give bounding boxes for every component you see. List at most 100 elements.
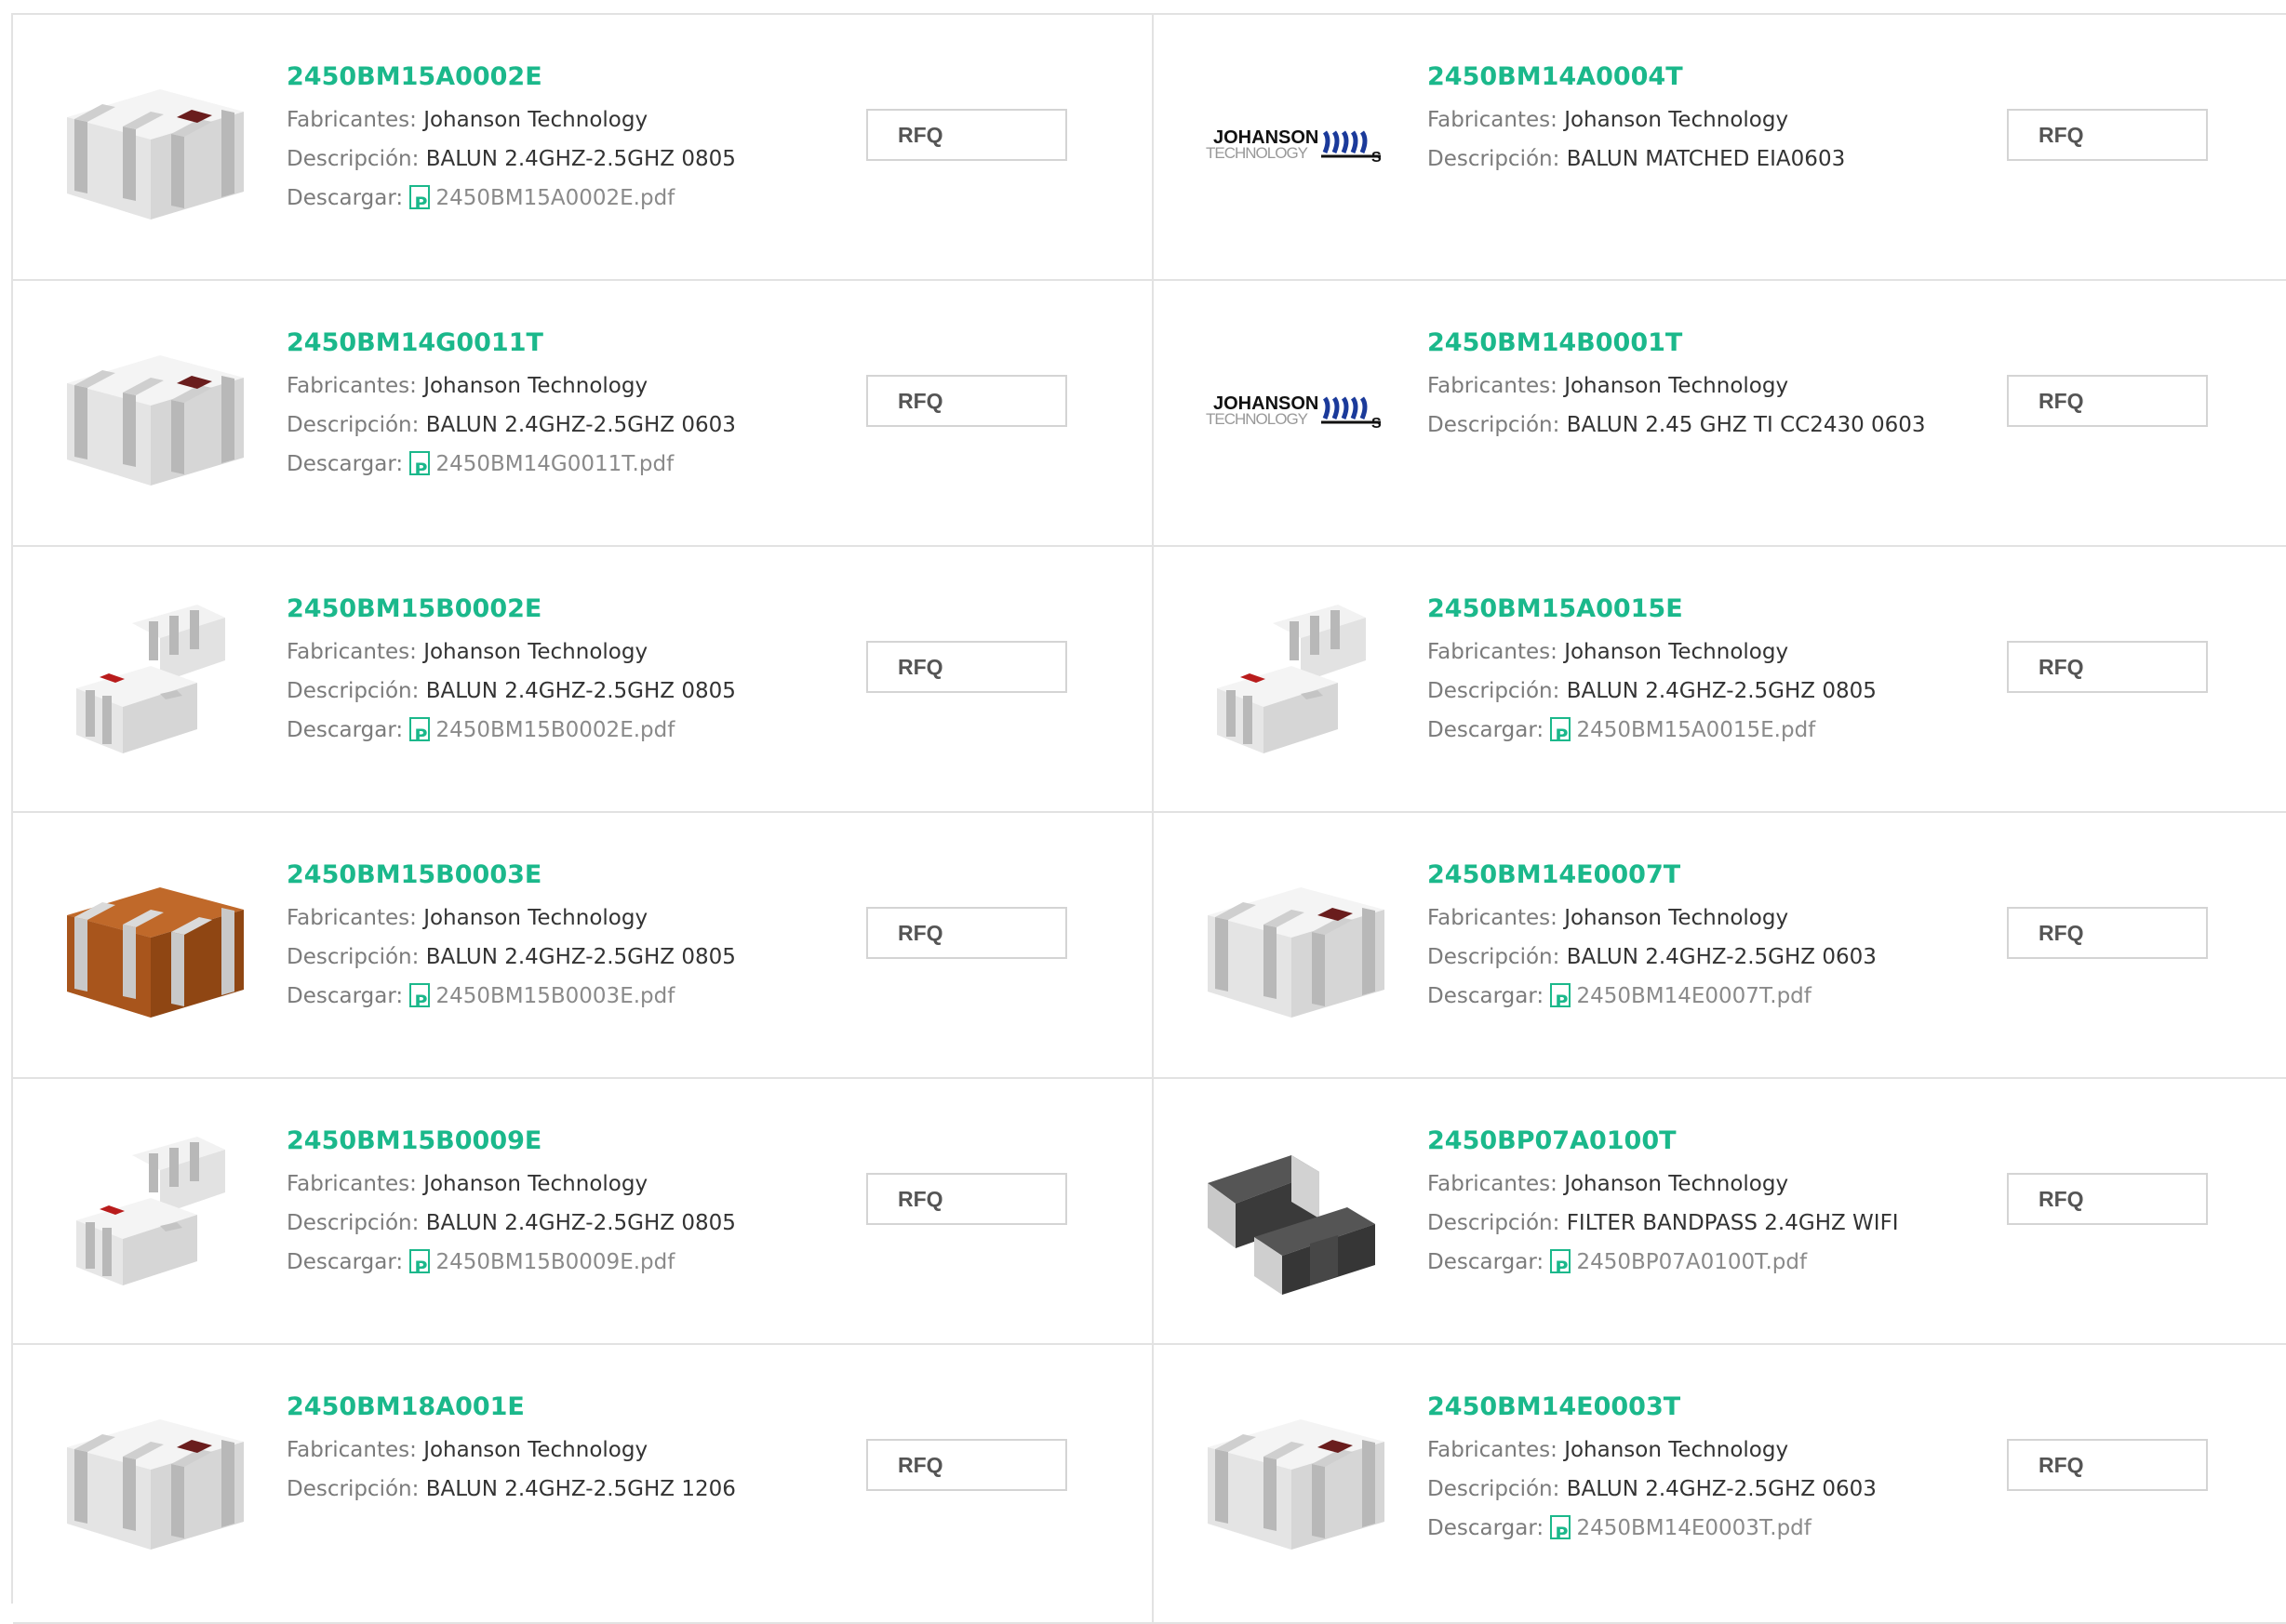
datasheet-link[interactable]: 2450BM15B0009E.pdf xyxy=(435,1250,675,1274)
pdf-icon[interactable] xyxy=(1550,1514,1571,1553)
manufacturer-value: Johanson Technology xyxy=(423,906,648,930)
manufacturer-row: Fabricantes: Johanson Technology xyxy=(1427,1431,2004,1470)
description-row: Descripción: BALUN 2.4GHZ-2.5GHZ 0603 xyxy=(1427,938,2004,977)
rfq-button[interactable]: RFQ xyxy=(2007,641,2208,693)
product-image[interactable]: JOHANSON TECHNOLOGY S xyxy=(1198,54,1384,240)
product-info: 2450BM15A0015E Fabricantes: Johanson Tec… xyxy=(1427,593,2004,755)
rfq-button[interactable]: RFQ xyxy=(866,1173,1067,1225)
rfq-button[interactable]: RFQ xyxy=(866,641,1067,693)
product-info: 2450BM14G0011T Fabricantes: Johanson Tec… xyxy=(287,327,863,489)
datasheet-link[interactable]: 2450BM14G0011T.pdf xyxy=(435,452,674,476)
product-image[interactable] xyxy=(58,586,244,772)
product-image[interactable] xyxy=(1198,852,1384,1038)
pdf-icon[interactable] xyxy=(1550,716,1571,755)
manufacturer-row: Fabricantes: Johanson Technology xyxy=(287,1431,863,1470)
description-row: Descripción: BALUN 2.4GHZ-2.5GHZ 0603 xyxy=(287,406,863,445)
manufacturer-row: Fabricantes: Johanson Technology xyxy=(1427,899,2004,938)
datasheet-row: Descargar: 2450BM14G0011T.pdf xyxy=(287,445,863,489)
rfq-button[interactable]: RFQ xyxy=(2007,1173,2208,1225)
description-row: Descripción: BALUN 2.4GHZ-2.5GHZ 0805 xyxy=(287,1204,863,1243)
pdf-icon[interactable] xyxy=(409,1248,431,1287)
manufacturer-label: Fabricantes: xyxy=(1427,1172,1557,1196)
part-number-link[interactable]: 2450BM14B0001T xyxy=(1427,327,2004,359)
description-label: Descripción: xyxy=(287,147,420,171)
datasheet-link[interactable]: 2450BP07A0100T.pdf xyxy=(1576,1250,1807,1274)
product-image[interactable] xyxy=(58,320,244,506)
product-image[interactable] xyxy=(58,1384,244,1570)
rfq-button[interactable]: RFQ xyxy=(2007,375,2208,427)
datasheet-link[interactable]: 2450BM14E0003T.pdf xyxy=(1576,1516,1811,1540)
description-value: BALUN 2.4GHZ-2.5GHZ 0603 xyxy=(1566,945,1877,969)
part-number-link[interactable]: 2450BM15B0002E xyxy=(287,593,863,625)
rfq-button[interactable]: RFQ xyxy=(2007,907,2208,959)
pdf-icon[interactable] xyxy=(409,184,431,223)
product-card: 2450BM15A0002E Fabricantes: Johanson Tec… xyxy=(13,15,1154,281)
product-image[interactable] xyxy=(1198,586,1384,772)
datasheet-link[interactable]: 2450BM15A0002E.pdf xyxy=(435,186,675,210)
product-image[interactable] xyxy=(58,54,244,240)
product-card: 2450BM14G0011T Fabricantes: Johanson Tec… xyxy=(13,281,1154,547)
manufacturer-row: Fabricantes: Johanson Technology xyxy=(287,899,863,938)
description-label: Descripción: xyxy=(1427,679,1560,703)
part-number-link[interactable]: 2450BM14A0004T xyxy=(1427,61,2004,93)
product-image[interactable] xyxy=(1198,1118,1384,1304)
manufacturer-value: Johanson Technology xyxy=(423,374,648,398)
product-info: 2450BM18A001E Fabricantes: Johanson Tech… xyxy=(287,1391,863,1509)
rfq-button[interactable]: RFQ xyxy=(866,375,1067,427)
rfq-button[interactable]: RFQ xyxy=(866,1439,1067,1491)
product-image[interactable]: JOHANSON TECHNOLOGY S xyxy=(1198,320,1384,506)
part-number-link[interactable]: 2450BM15A0015E xyxy=(1427,593,2004,625)
product-info: 2450BM14E0007T Fabricantes: Johanson Tec… xyxy=(1427,859,2004,1021)
datasheet-row: Descargar: 2450BM15B0009E.pdf xyxy=(287,1243,863,1287)
rfq-button[interactable]: RFQ xyxy=(2007,1439,2208,1491)
product-image[interactable] xyxy=(58,852,244,1038)
part-number-link[interactable]: 2450BM15B0003E xyxy=(287,859,863,891)
datasheet-link[interactable]: 2450BM14E0007T.pdf xyxy=(1576,984,1811,1008)
description-label: Descripción: xyxy=(1427,1211,1560,1235)
product-info: 2450BM14A0004T Fabricantes: Johanson Tec… xyxy=(1427,61,2004,179)
manufacturer-value: Johanson Technology xyxy=(423,1438,648,1462)
product-info: 2450BM15A0002E Fabricantes: Johanson Tec… xyxy=(287,61,863,223)
manufacturer-value: Johanson Technology xyxy=(423,1172,648,1196)
datasheet-row: Descargar: 2450BM15B0003E.pdf xyxy=(287,977,863,1021)
part-number-link[interactable]: 2450BM18A001E xyxy=(287,1391,863,1423)
description-value: BALUN 2.45 GHZ TI CC2430 0603 xyxy=(1566,413,1926,437)
pdf-icon[interactable] xyxy=(1550,982,1571,1021)
product-card: 2450BM18A001E Fabricantes: Johanson Tech… xyxy=(13,1345,1154,1624)
manufacturer-label: Fabricantes: xyxy=(1427,906,1557,930)
part-number-link[interactable]: 2450BM15B0009E xyxy=(287,1125,863,1157)
rfq-button[interactable]: RFQ xyxy=(2007,109,2208,161)
manufacturer-value: Johanson Technology xyxy=(423,108,648,132)
product-image[interactable] xyxy=(58,1118,244,1304)
description-label: Descripción: xyxy=(287,1211,420,1235)
download-label: Descargar: xyxy=(287,718,404,742)
pdf-icon[interactable] xyxy=(409,716,431,755)
description-row: Descripción: BALUN 2.4GHZ-2.5GHZ 0805 xyxy=(287,938,863,977)
manufacturer-row: Fabricantes: Johanson Technology xyxy=(287,1165,863,1204)
datasheet-link[interactable]: 2450BM15B0003E.pdf xyxy=(435,984,675,1008)
description-value: BALUN 2.4GHZ-2.5GHZ 0805 xyxy=(425,1211,736,1235)
part-number-link[interactable]: 2450BM14E0003T xyxy=(1427,1391,2004,1423)
manufacturer-label: Fabricantes: xyxy=(1427,640,1557,664)
manufacturer-row: Fabricantes: Johanson Technology xyxy=(287,366,863,406)
description-label: Descripción: xyxy=(1427,1477,1560,1501)
part-number-link[interactable]: 2450BP07A0100T xyxy=(1427,1125,2004,1157)
pdf-icon[interactable] xyxy=(409,450,431,489)
rfq-button[interactable]: RFQ xyxy=(866,907,1067,959)
manufacturer-label: Fabricantes: xyxy=(1427,374,1557,398)
rfq-button[interactable]: RFQ xyxy=(866,109,1067,161)
part-number-link[interactable]: 2450BM14G0011T xyxy=(287,327,863,359)
description-label: Descripción: xyxy=(287,945,420,969)
pdf-icon[interactable] xyxy=(1550,1248,1571,1287)
datasheet-link[interactable]: 2450BM15B0002E.pdf xyxy=(435,718,675,742)
product-image[interactable] xyxy=(1198,1384,1384,1570)
manufacturer-label: Fabricantes: xyxy=(287,640,417,664)
pdf-icon[interactable] xyxy=(409,982,431,1021)
part-number-link[interactable]: 2450BM15A0002E xyxy=(287,61,863,93)
product-card: 2450BM15B0002E Fabricantes: Johanson Tec… xyxy=(13,547,1154,813)
datasheet-row: Descargar: 2450BM15A0015E.pdf xyxy=(1427,711,2004,755)
description-row: Descripción: BALUN 2.4GHZ-2.5GHZ 0805 xyxy=(287,140,863,179)
manufacturer-value: Johanson Technology xyxy=(1564,906,1789,930)
datasheet-link[interactable]: 2450BM15A0015E.pdf xyxy=(1576,718,1815,742)
part-number-link[interactable]: 2450BM14E0007T xyxy=(1427,859,2004,891)
